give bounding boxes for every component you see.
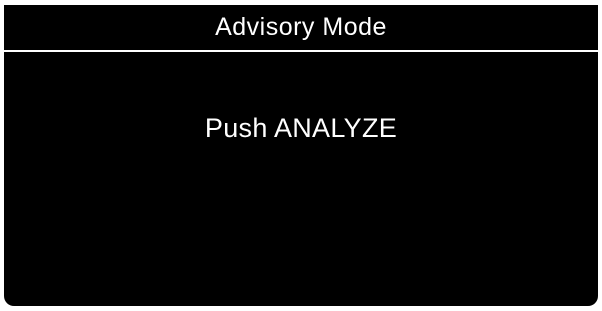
title-divider — [4, 50, 598, 52]
instruction-prompt: Push ANALYZE — [204, 113, 398, 143]
mode-title: Advisory Mode — [215, 13, 387, 41]
device-screen: Advisory Mode Push ANALYZE — [4, 5, 598, 306]
